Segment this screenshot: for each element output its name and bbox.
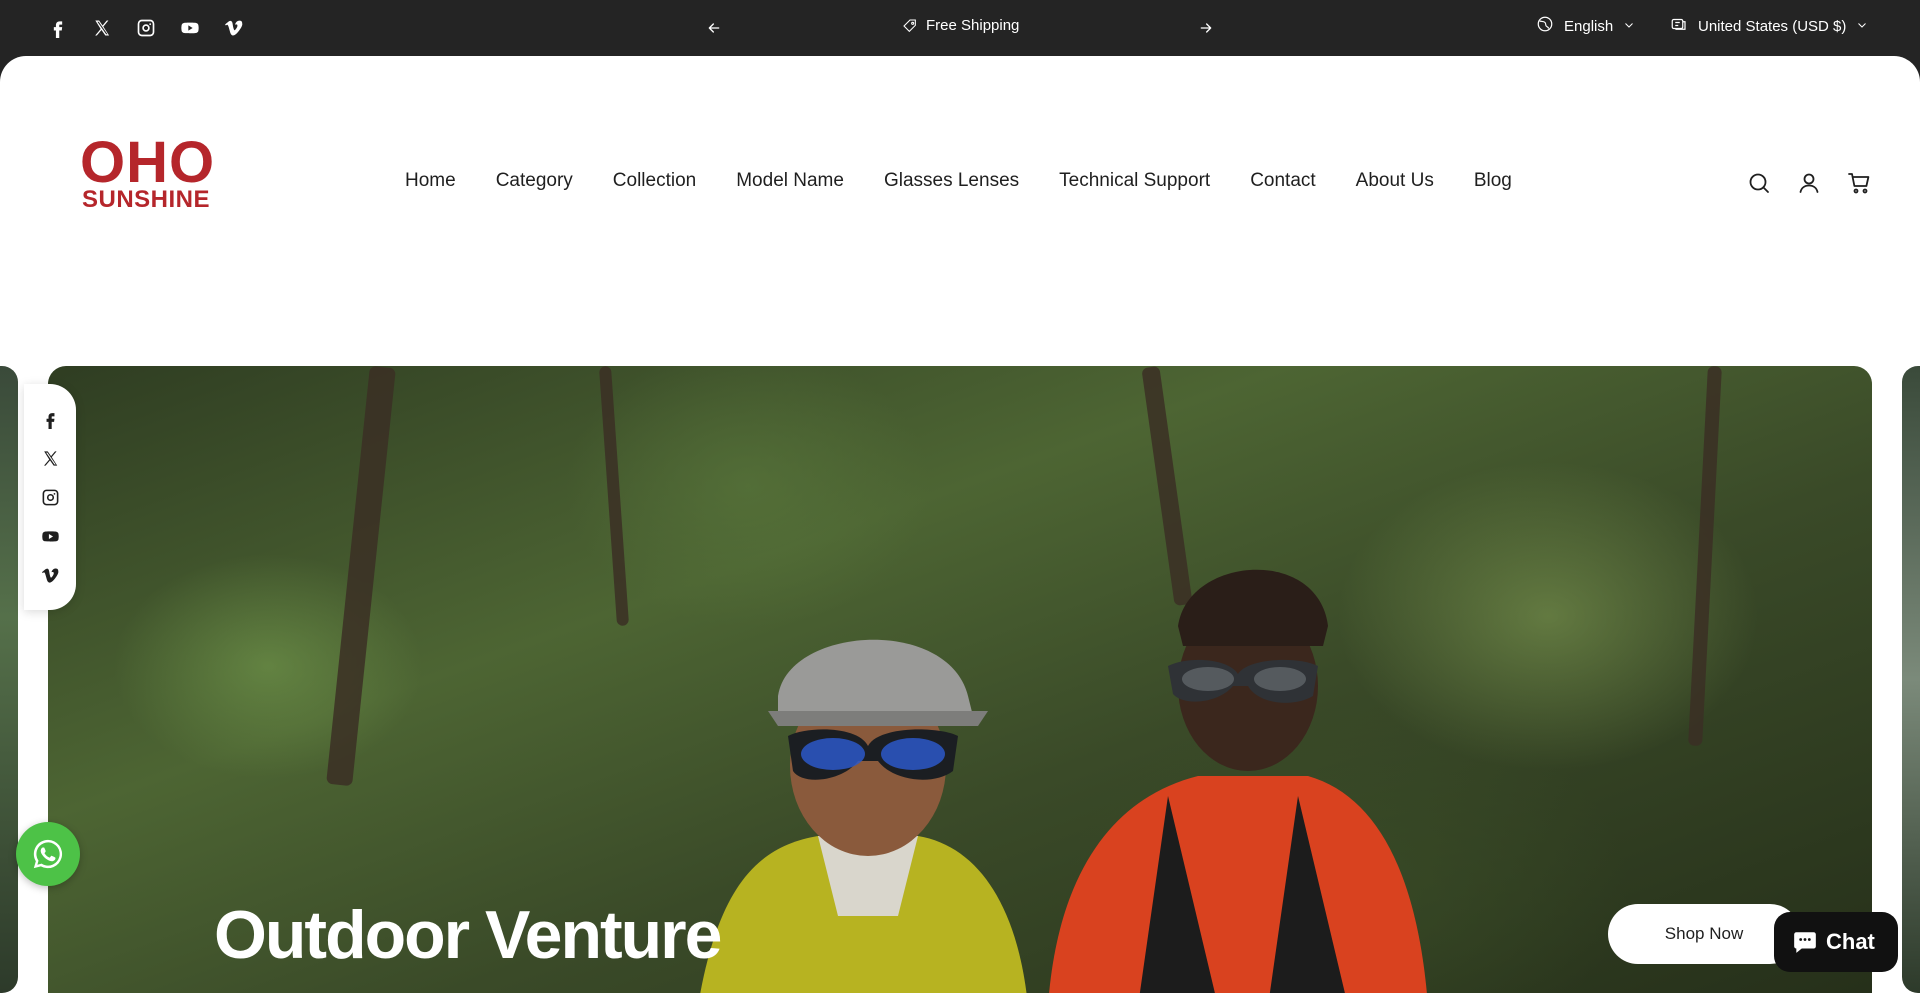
language-label: English: [1564, 17, 1614, 35]
globe-icon: [1536, 15, 1554, 37]
chat-widget-button[interactable]: Chat: [1774, 912, 1898, 972]
header-actions: [1746, 170, 1872, 196]
country-label: United States (USD $): [1698, 17, 1847, 35]
shop-now-button[interactable]: Shop Now: [1608, 904, 1800, 964]
main-nav: Home Category Collection Model Name Glas…: [405, 170, 1512, 192]
tag-icon: [903, 18, 916, 32]
arrow-left-icon: [708, 23, 720, 33]
nav-item-home[interactable]: Home: [405, 170, 456, 192]
nav-item-category[interactable]: Category: [496, 170, 573, 192]
nav-item-about-us[interactable]: About Us: [1356, 170, 1434, 192]
vimeo-icon[interactable]: [222, 16, 246, 40]
logo-line2: SUNSHINE: [81, 186, 211, 213]
hero-slide: Outdoor Venture Shop Now: [48, 366, 1872, 993]
x-icon[interactable]: [90, 16, 114, 40]
announcement-bar: Free Shipping English United States (USD…: [0, 0, 1920, 56]
facebook-icon[interactable]: [46, 16, 70, 40]
next-slide-peek[interactable]: [1902, 366, 1920, 993]
facebook-icon[interactable]: [38, 407, 62, 431]
hiker-yellow-jacket-image: [700, 639, 1027, 993]
tree-trunk: [1688, 366, 1722, 747]
hiker-orange-jacket-image: [1049, 569, 1427, 993]
instagram-icon[interactable]: [38, 485, 62, 509]
site-header: OHO SUNSHINE Home Category Collection Mo…: [0, 56, 1920, 366]
arrow-right-icon: [1200, 23, 1212, 33]
account-icon[interactable]: [1796, 170, 1822, 196]
cart-icon[interactable]: [1846, 170, 1872, 196]
whatsapp-button[interactable]: [16, 822, 80, 886]
youtube-icon[interactable]: [178, 16, 202, 40]
nav-item-technical-support[interactable]: Technical Support: [1059, 170, 1210, 192]
vimeo-icon[interactable]: [38, 563, 62, 587]
nav-item-glasses-lenses[interactable]: Glasses Lenses: [884, 170, 1019, 192]
nav-item-contact[interactable]: Contact: [1250, 170, 1315, 192]
language-selector[interactable]: English: [1536, 15, 1635, 37]
chat-label: Chat: [1826, 929, 1875, 954]
nav-item-model-name[interactable]: Model Name: [736, 170, 844, 192]
announcement-prev-button[interactable]: [702, 16, 726, 40]
currency-icon: [1670, 15, 1688, 37]
announcement-text: Free Shipping: [902, 17, 1019, 34]
youtube-icon[interactable]: [38, 524, 62, 548]
whatsapp-icon: [33, 839, 63, 869]
search-icon[interactable]: [1746, 170, 1772, 196]
announcement-next-button[interactable]: [1194, 16, 1218, 40]
topbar-social-links: [46, 16, 246, 40]
nav-item-blog[interactable]: Blog: [1474, 170, 1512, 192]
x-icon[interactable]: [38, 446, 62, 470]
chevron-down-icon: [1623, 18, 1635, 35]
chevron-down-icon: [1856, 18, 1868, 35]
site-logo[interactable]: OHO SUNSHINE: [80, 130, 216, 213]
chat-bubble-icon: [1794, 932, 1816, 953]
previous-slide-peek[interactable]: [0, 366, 18, 993]
hero-slideshow: Outdoor Venture Shop Now: [0, 366, 1920, 993]
nav-item-collection[interactable]: Collection: [613, 170, 696, 192]
instagram-icon[interactable]: [134, 16, 158, 40]
floating-social-sidebar: [24, 384, 76, 610]
hero-title: Outdoor Venture: [214, 897, 722, 973]
announcement-label: Free Shipping: [926, 17, 1020, 34]
country-selector[interactable]: United States (USD $): [1670, 15, 1868, 37]
tree-trunk: [598, 366, 630, 627]
logo-line1: OHO: [80, 130, 216, 195]
tree-trunk: [326, 366, 396, 787]
